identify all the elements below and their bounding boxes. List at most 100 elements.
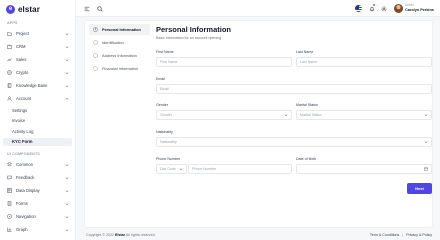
gender-select[interactable]: Gender: [156, 110, 292, 120]
sidebar-item-data-display[interactable]: Data Display: [3, 186, 72, 195]
next-button[interactable]: Next: [407, 183, 432, 194]
sidebar-item-label: Crypto: [16, 70, 29, 75]
circle-icon: [92, 53, 98, 59]
chevron-down-icon: [64, 214, 69, 219]
sidebar-item-label: Graph: [16, 227, 28, 232]
sidebar-item-graph[interactable]: Graph: [3, 225, 72, 234]
marital-status-select[interactable]: Marital Status: [296, 110, 432, 120]
menu-toggle-icon[interactable]: [83, 5, 90, 12]
dial-code-select[interactable]: Dial Code: [156, 164, 187, 174]
sidebar-item-label: Account: [16, 96, 32, 101]
sidebar-subitem-label: Settings: [12, 107, 28, 113]
chevron-down-icon: [64, 83, 69, 88]
email-field[interactable]: Email: [156, 84, 432, 94]
sidebar-item-label: Navigation: [16, 214, 36, 219]
brand-logo-icon: e: [6, 4, 15, 14]
step-label: Address Information: [102, 53, 137, 58]
chevron-down-icon: [283, 113, 288, 118]
step-label: Identification: [102, 40, 124, 45]
step-label: Financial Information: [102, 66, 139, 71]
calendar-icon: [423, 167, 428, 172]
step-address-information[interactable]: Address Information: [89, 50, 150, 61]
briefcase-icon: [7, 44, 12, 49]
chevron-down-icon: [64, 201, 69, 206]
brand-name: elstar: [18, 4, 40, 14]
sidebar-item-sales[interactable]: Sales: [3, 55, 72, 64]
sidebar-item-crm[interactable]: CRM: [3, 42, 72, 51]
chevron-down-icon: [178, 167, 183, 172]
us-flag-icon[interactable]: [355, 5, 362, 12]
user-role: Admin: [405, 3, 415, 7]
kyc-form-card: Personal Information Identification Addr…: [84, 20, 433, 228]
sidebar-item-feedback[interactable]: Feedback: [3, 173, 72, 182]
marital-status-label: Marital Status: [296, 103, 318, 107]
chevron-down-icon: [423, 113, 428, 118]
compass-icon: [7, 214, 12, 219]
sidebar-subitem-kyc-form[interactable]: KYC Form: [3, 137, 72, 146]
step-financial-information[interactable]: Financial Information: [89, 63, 150, 74]
sidebar-subitem-settings[interactable]: Settings: [3, 106, 72, 114]
sidebar-item-navigation[interactable]: Navigation: [3, 212, 72, 221]
email-label: Email: [156, 77, 165, 81]
sidebar-subitem-label: Activity Log: [12, 128, 34, 134]
chevron-down-icon: [64, 31, 69, 36]
circle-icon: [92, 40, 98, 46]
nationality-label: Nationality: [156, 130, 173, 134]
ui-components-section-label: UI COMPONENTS: [7, 152, 40, 156]
form-icon: [7, 201, 12, 206]
last-name-field[interactable]: Last Name: [296, 57, 432, 67]
phone-number-label: Phone Number: [156, 157, 181, 161]
sidebar-item-label: Forms: [16, 201, 28, 206]
user-circle-icon: [92, 27, 98, 33]
sidebar-item-account[interactable]: Account: [3, 94, 72, 103]
table-icon: [7, 188, 12, 193]
sidebar-item-crypto[interactable]: Crypto: [3, 68, 72, 77]
search-icon[interactable]: [96, 5, 103, 12]
chevron-down-icon: [423, 140, 428, 145]
sidebar-item-project[interactable]: Project: [3, 29, 72, 38]
trending-icon: [7, 57, 12, 62]
layers-icon: [7, 162, 12, 167]
sidebar-subitem-invoice[interactable]: Invoice: [3, 117, 72, 125]
sidebar-item-forms[interactable]: Forms: [3, 199, 72, 208]
last-name-label: Last Name: [296, 50, 314, 54]
chevron-down-icon: [64, 227, 69, 232]
avatar[interactable]: [394, 4, 403, 13]
sidebar-item-common[interactable]: Common: [3, 160, 72, 169]
bell-icon[interactable]: [368, 5, 375, 12]
chevron-down-icon: [64, 175, 69, 180]
top-bar: Admin Carolyn Perkins: [76, 0, 440, 17]
nationality-select[interactable]: Nationality: [156, 137, 432, 147]
sidebar-subitem-activity-log[interactable]: Activity Log: [3, 127, 72, 135]
folder-icon: [7, 31, 12, 36]
apps-section-label: APPS: [7, 21, 18, 25]
sidebar: e elstar APPS Project CRM Sales Crypto K…: [0, 0, 76, 240]
step-identification[interactable]: Identification: [89, 37, 150, 48]
date-of-birth-field[interactable]: [296, 164, 432, 174]
circle-icon: [92, 66, 98, 72]
sidebar-item-label: Data Display: [16, 188, 40, 193]
user-name[interactable]: Carolyn Perkins: [405, 8, 434, 12]
first-name-field[interactable]: First Name: [156, 57, 292, 67]
chat-icon: [7, 175, 12, 180]
page-subtitle: Basic information for an account opening: [156, 36, 222, 40]
step-label: Personal Information: [102, 27, 141, 32]
gear-icon[interactable]: [380, 5, 387, 12]
sidebar-subitem-label: KYC Form: [12, 139, 33, 144]
step-personal-information[interactable]: Personal Information: [89, 24, 150, 35]
chevron-up-icon: [64, 96, 69, 101]
sidebar-subitem-label: Invoice: [12, 118, 26, 123]
footer-separator: |: [402, 233, 404, 237]
chevron-down-icon: [64, 162, 69, 167]
privacy-link[interactable]: Privacy & Policy: [406, 233, 432, 237]
brand[interactable]: e elstar: [6, 4, 40, 14]
sidebar-item-label: Project: [16, 31, 30, 36]
sidebar-item-knowledge-base[interactable]: Knowledge Base: [3, 81, 72, 90]
chevron-down-icon: [64, 188, 69, 193]
notification-dot: [373, 4, 375, 6]
graph-icon: [7, 227, 12, 232]
phone-number-field[interactable]: Phone Number: [188, 164, 292, 174]
crypto-icon: [7, 70, 12, 75]
terms-link[interactable]: Term & Conditions: [370, 233, 399, 237]
sidebar-item-label: Knowledge Base: [16, 83, 48, 88]
